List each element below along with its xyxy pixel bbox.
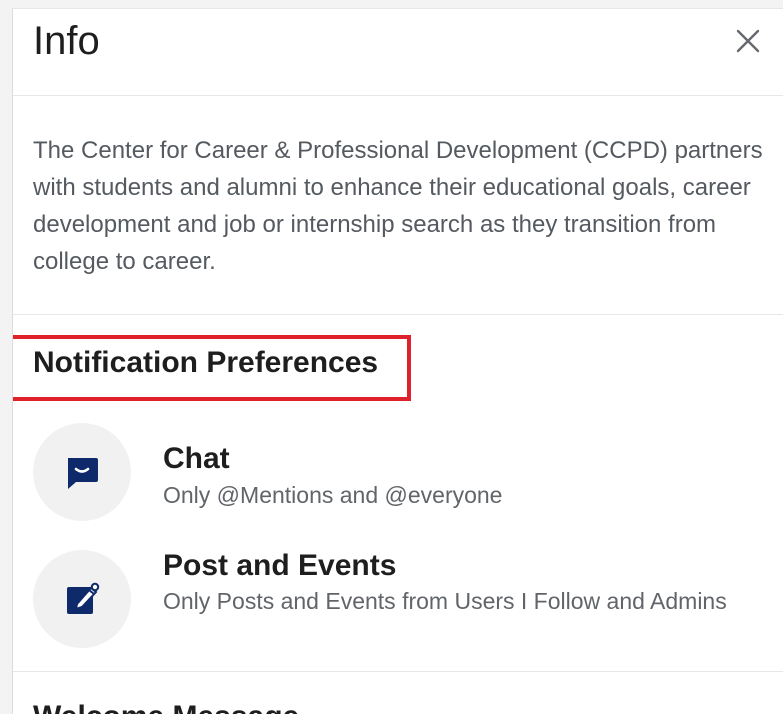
info-panel: Info The Center for Career & Professiona…: [12, 8, 783, 714]
pref-item-chat[interactable]: Chat Only @Mentions and @everyone: [33, 423, 763, 523]
close-icon: [736, 29, 760, 53]
chat-bubble-icon: [68, 458, 98, 489]
notification-preferences-title: Notification Preferences: [33, 346, 379, 379]
post-events-icon-circle: [33, 550, 131, 648]
pref-item-description: Only @Mentions and @everyone: [163, 482, 503, 508]
close-button[interactable]: [734, 27, 762, 55]
panel-title: Info: [33, 19, 100, 63]
about-description: The Center for Career & Professional Dev…: [33, 137, 763, 275]
notification-preferences-section: Notification Preferences Chat Only @Ment…: [13, 315, 783, 672]
welcome-message-title: Welcome Message: [33, 699, 299, 714]
about-section: The Center for Career & Professional Dev…: [13, 96, 783, 315]
pref-item-post-and-events[interactable]: Post and Events Only Posts and Events fr…: [33, 549, 763, 650]
panel-header: Info: [13, 9, 783, 96]
pref-item-name: Chat: [163, 442, 230, 475]
pref-item-name: Post and Events: [163, 549, 397, 582]
chat-icon-circle: [33, 423, 131, 521]
edit-note-icon: [67, 582, 100, 614]
pref-item-description: Only Posts and Events from Users I Follo…: [163, 588, 727, 614]
